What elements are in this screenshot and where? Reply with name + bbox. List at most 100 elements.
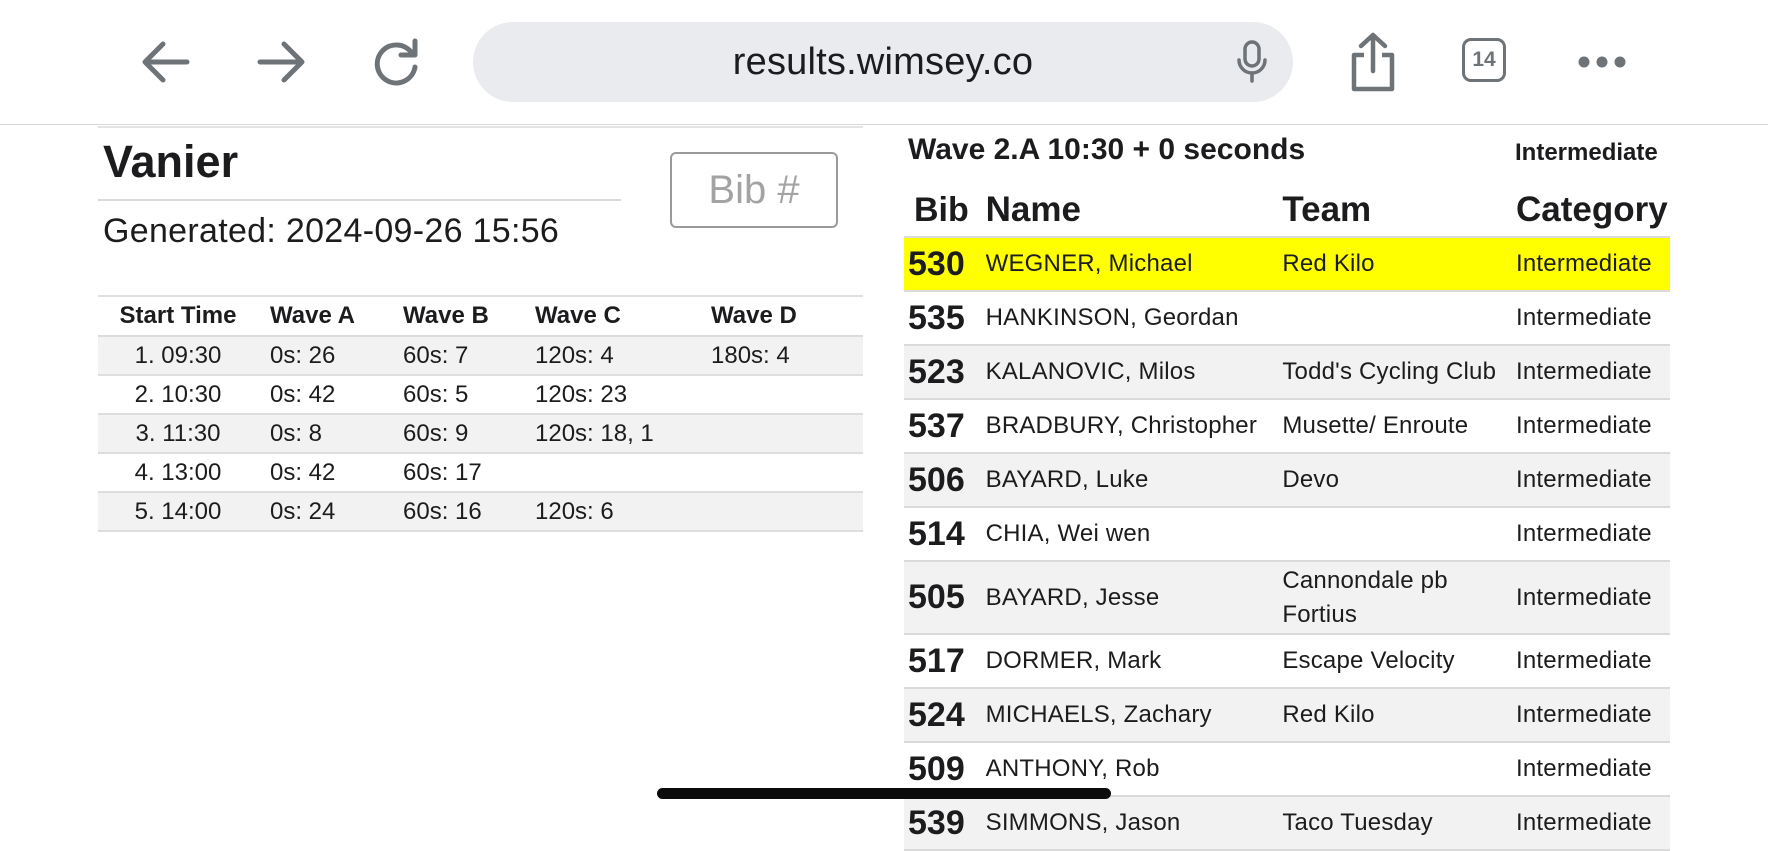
start-time-cell: 3. 11:30 [98, 414, 258, 454]
team-name [1282, 742, 1517, 797]
table-row[interactable]: 506 BAYARD, Luke Devo Intermediate [904, 453, 1670, 508]
rider-name: HANKINSON, Geordan [985, 291, 1283, 346]
table-row[interactable]: 517 DORMER, Mark Escape Velocity Interme… [904, 634, 1670, 689]
wave-cell [711, 492, 863, 532]
bib-search-input[interactable] [670, 152, 838, 228]
category: Intermediate [1516, 453, 1670, 508]
wave-cell: 120s: 6 [535, 492, 711, 532]
bib-number: 524 [904, 688, 986, 743]
share-icon[interactable] [1346, 30, 1400, 94]
category: Intermediate [1516, 561, 1670, 635]
wave-cell: 120s: 23 [535, 375, 711, 415]
wave-heading: Wave 2.A 10:30 + 0 seconds [908, 133, 1306, 166]
category: Intermediate [1516, 634, 1670, 689]
table-row-highlighted[interactable]: 530 WEGNER, Michael Red Kilo Intermediat… [904, 237, 1670, 292]
back-arrow-icon[interactable] [135, 36, 195, 88]
wave-cell: 60s: 16 [403, 492, 535, 532]
table-row[interactable]: 514 CHIA, Wei wen Intermediate [904, 507, 1670, 562]
table-row[interactable]: 524 MICHAELS, Zachary Red Kilo Intermedi… [904, 688, 1670, 743]
generated-timestamp: Generated: 2024-09-26 15:56 [103, 212, 560, 250]
page-title: Vanier [103, 136, 239, 187]
column-header: Wave D [711, 295, 863, 337]
wave-cell: 60s: 17 [403, 453, 535, 493]
table-row: 5. 14:00 0s: 24 60s: 16 120s: 6 [98, 492, 863, 532]
category: Intermediate [1516, 399, 1670, 454]
table-header-row: Bib Name Team Category [904, 184, 1670, 238]
home-indicator[interactable] [657, 788, 1111, 799]
team-name [1282, 291, 1517, 346]
category: Intermediate [1516, 688, 1670, 743]
category: Intermediate [1516, 237, 1670, 292]
column-header-category: Category [1516, 184, 1670, 238]
rider-name: BAYARD, Luke [985, 453, 1283, 508]
table-header-row: Start Time Wave A Wave B Wave C Wave D [98, 295, 863, 337]
table-row: 1. 09:30 0s: 26 60s: 7 120s: 4 180s: 4 [98, 336, 863, 376]
divider [98, 126, 863, 128]
rider-name: SIMMONS, Jason [985, 796, 1283, 851]
category: Intermediate [1516, 742, 1670, 797]
browser-toolbar: results.wimsey.co 14 [0, 0, 1768, 125]
team-name: Taco Tuesday [1282, 796, 1517, 851]
bib-number: 505 [904, 561, 986, 635]
table-row: 2. 10:30 0s: 42 60s: 5 120s: 23 [98, 375, 863, 415]
team-name: Red Kilo [1282, 688, 1517, 743]
wave-schedule-table: Start Time Wave A Wave B Wave C Wave D 1… [98, 295, 863, 532]
table-row: 3. 11:30 0s: 8 60s: 9 120s: 18, 1 [98, 414, 863, 454]
wave-cell: 0s: 42 [258, 375, 403, 415]
table-row[interactable]: 523 KALANOVIC, Milos Todd's Cycling Club… [904, 345, 1670, 400]
wave-cell: 0s: 8 [258, 414, 403, 454]
wave-cell [535, 453, 711, 493]
table-row[interactable]: 535 HANKINSON, Geordan Intermediate [904, 291, 1670, 346]
divider [98, 199, 621, 201]
table-row: 4. 13:00 0s: 42 60s: 17 [98, 453, 863, 493]
rider-name: MICHAELS, Zachary [985, 688, 1283, 743]
table-row[interactable]: 505 BAYARD, Jesse Cannondale pb Fortius … [904, 561, 1670, 635]
bib-number: 506 [904, 453, 986, 508]
wave-cell: 180s: 4 [711, 336, 863, 376]
rider-name: BAYARD, Jesse [985, 561, 1283, 635]
category: Intermediate [1516, 796, 1670, 851]
bib-number: 539 [904, 796, 986, 851]
team-name: Devo [1282, 453, 1517, 508]
column-header: Start Time [98, 295, 258, 337]
category: Intermediate [1516, 291, 1670, 346]
start-time-cell: 4. 13:00 [98, 453, 258, 493]
column-header-bib: Bib [904, 184, 986, 238]
reload-icon[interactable] [368, 34, 424, 90]
team-name: Todd's Cycling Club [1282, 345, 1517, 400]
team-name: Escape Velocity [1282, 634, 1517, 689]
column-header: Wave B [403, 295, 535, 337]
wave-category: Intermediate [1515, 139, 1658, 166]
wave-cell: 60s: 9 [403, 414, 535, 454]
wave-cell: 120s: 4 [535, 336, 711, 376]
category: Intermediate [1516, 507, 1670, 562]
wave-cell: 120s: 18, 1 [535, 414, 711, 454]
rider-name: BRADBURY, Christopher [985, 399, 1283, 454]
wave-cell: 0s: 26 [258, 336, 403, 376]
rider-name: KALANOVIC, Milos [985, 345, 1283, 400]
team-name [1282, 507, 1517, 562]
wave-cell: 0s: 42 [258, 453, 403, 493]
column-header-name: Name [985, 184, 1283, 238]
bib-number: 523 [904, 345, 986, 400]
table-row[interactable]: 539 SIMMONS, Jason Taco Tuesday Intermed… [904, 796, 1670, 851]
address-bar[interactable]: results.wimsey.co [473, 22, 1293, 102]
wave-cell: 0s: 24 [258, 492, 403, 532]
bib-number: 514 [904, 507, 986, 562]
microphone-icon[interactable] [1235, 39, 1269, 90]
column-header: Wave A [258, 295, 403, 337]
results-table: Bib Name Team Category 530 WEGNER, Micha… [904, 184, 1670, 851]
start-time-cell: 2. 10:30 [98, 375, 258, 415]
tabs-icon[interactable]: 14 [1462, 38, 1506, 82]
rider-name: DORMER, Mark [985, 634, 1283, 689]
wave-cell [711, 414, 863, 454]
bib-number: 517 [904, 634, 986, 689]
table-row[interactable]: 537 BRADBURY, Christopher Musette/ Enrou… [904, 399, 1670, 454]
rider-name: CHIA, Wei wen [985, 507, 1283, 562]
team-name: Cannondale pb Fortius [1282, 561, 1517, 635]
wave-cell: 60s: 7 [403, 336, 535, 376]
forward-arrow-icon[interactable] [252, 36, 312, 88]
url-text[interactable]: results.wimsey.co [473, 22, 1293, 102]
more-icon[interactable] [1574, 50, 1630, 74]
team-name: Red Kilo [1282, 237, 1517, 292]
